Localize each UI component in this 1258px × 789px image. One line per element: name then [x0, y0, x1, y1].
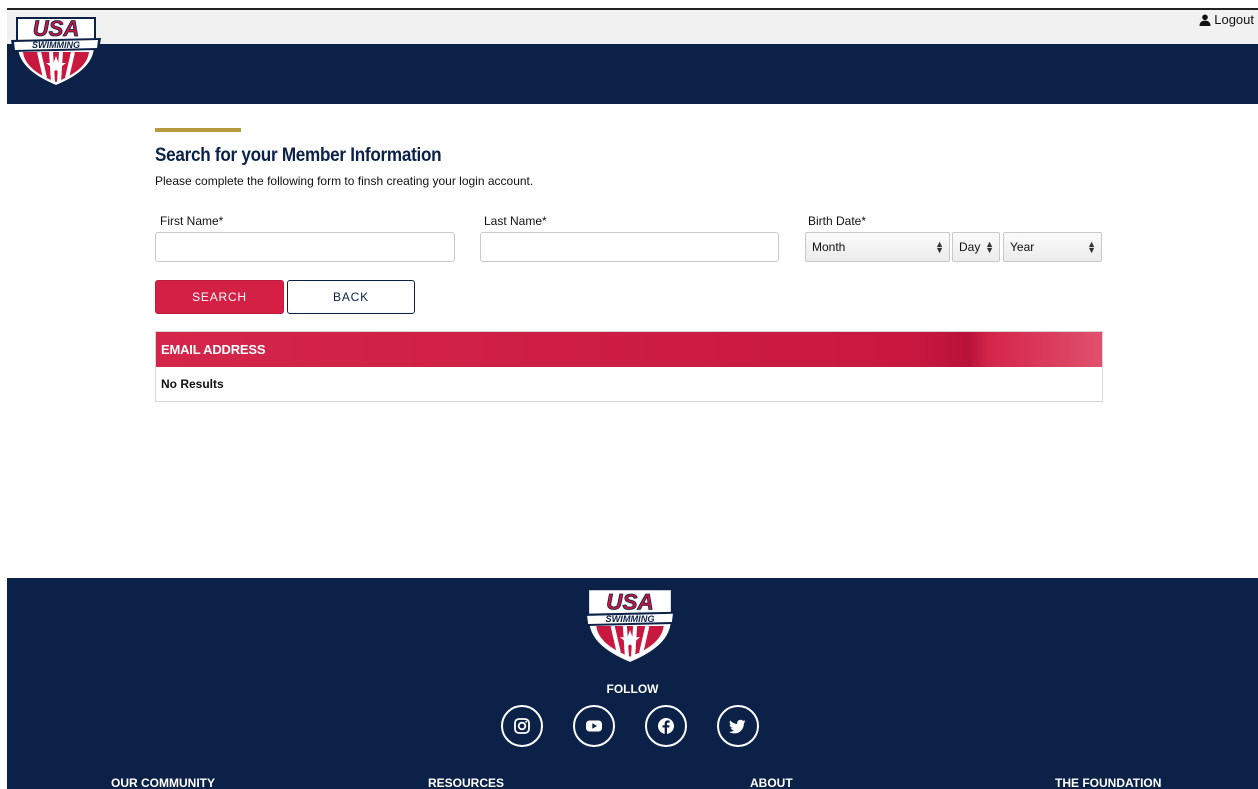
logout-label: Logout	[1214, 12, 1254, 27]
facebook-link[interactable]	[645, 705, 687, 747]
page-subtitle: Please complete the following form to fi…	[155, 174, 534, 188]
facebook-icon	[658, 718, 674, 734]
follow-label: FOLLOW	[606, 682, 659, 696]
instagram-icon	[514, 718, 530, 734]
footer-usa-swimming-logo[interactable]: USA SWIMMING	[582, 584, 678, 664]
birth-date-label: Birth Date*	[808, 214, 867, 228]
day-select-value: Day	[959, 240, 981, 254]
email-address-column-header: EMAIL ADDRESS	[156, 332, 1102, 367]
no-results-text: No Results	[161, 377, 224, 391]
select-arrows-icon: ▲ ▼	[985, 239, 994, 255]
footer-logo-usa-text: USA	[606, 590, 653, 615]
first-name-input[interactable]	[155, 232, 455, 262]
last-name-label: Last Name*	[484, 214, 547, 228]
year-select-value: Year	[1010, 240, 1035, 254]
footer-link-resources[interactable]: RESOURCES	[428, 776, 504, 789]
search-button[interactable]: SEARCH	[155, 280, 284, 314]
first-name-label: First Name*	[160, 214, 224, 228]
select-arrows-icon: ▲ ▼	[1087, 239, 1096, 255]
footer-link-our-community[interactable]: OUR COMMUNITY	[111, 776, 215, 789]
page-title: Search for your Member Information	[155, 145, 442, 166]
back-button[interactable]: BACK	[287, 280, 415, 314]
footer-link-about[interactable]: ABOUT	[750, 776, 793, 789]
month-select-value: Month	[812, 240, 846, 254]
top-utility-bar	[7, 10, 1258, 44]
results-table: EMAIL ADDRESS No Results	[155, 331, 1103, 402]
title-accent-bar	[155, 128, 241, 132]
birth-month-select[interactable]: Month ▲ ▼	[805, 232, 950, 262]
youtube-link[interactable]	[573, 705, 615, 747]
twitter-link[interactable]	[717, 705, 759, 747]
logo-swimming-text: SWIMMING	[32, 40, 80, 50]
footer-link-the-foundation[interactable]: THE FOUNDATION	[1055, 776, 1161, 789]
birth-year-select[interactable]: Year ▲ ▼	[1003, 232, 1102, 262]
usa-swimming-logo[interactable]: USA SWIMMING	[9, 12, 103, 88]
logout-link[interactable]: Logout	[1199, 12, 1254, 27]
last-name-input[interactable]	[480, 232, 779, 262]
search-form: First Name* Last Name* Birth Date* Month…	[155, 214, 1103, 264]
user-icon	[1199, 14, 1211, 26]
site-footer: USA SWIMMING FOLLOW OUR COMMUNITY RESOUR…	[7, 578, 1258, 789]
instagram-link[interactable]	[501, 705, 543, 747]
footer-logo-swimming-text: SWIMMING	[606, 614, 655, 624]
twitter-icon	[729, 719, 746, 734]
main-nav-band	[7, 44, 1258, 104]
main-content: Search for your Member Information Pleas…	[155, 128, 1103, 402]
logo-usa-text: USA	[33, 16, 79, 41]
birth-day-select[interactable]: Day ▲ ▼	[952, 232, 1000, 262]
select-arrows-icon: ▲ ▼	[935, 239, 944, 255]
youtube-icon	[586, 720, 602, 732]
